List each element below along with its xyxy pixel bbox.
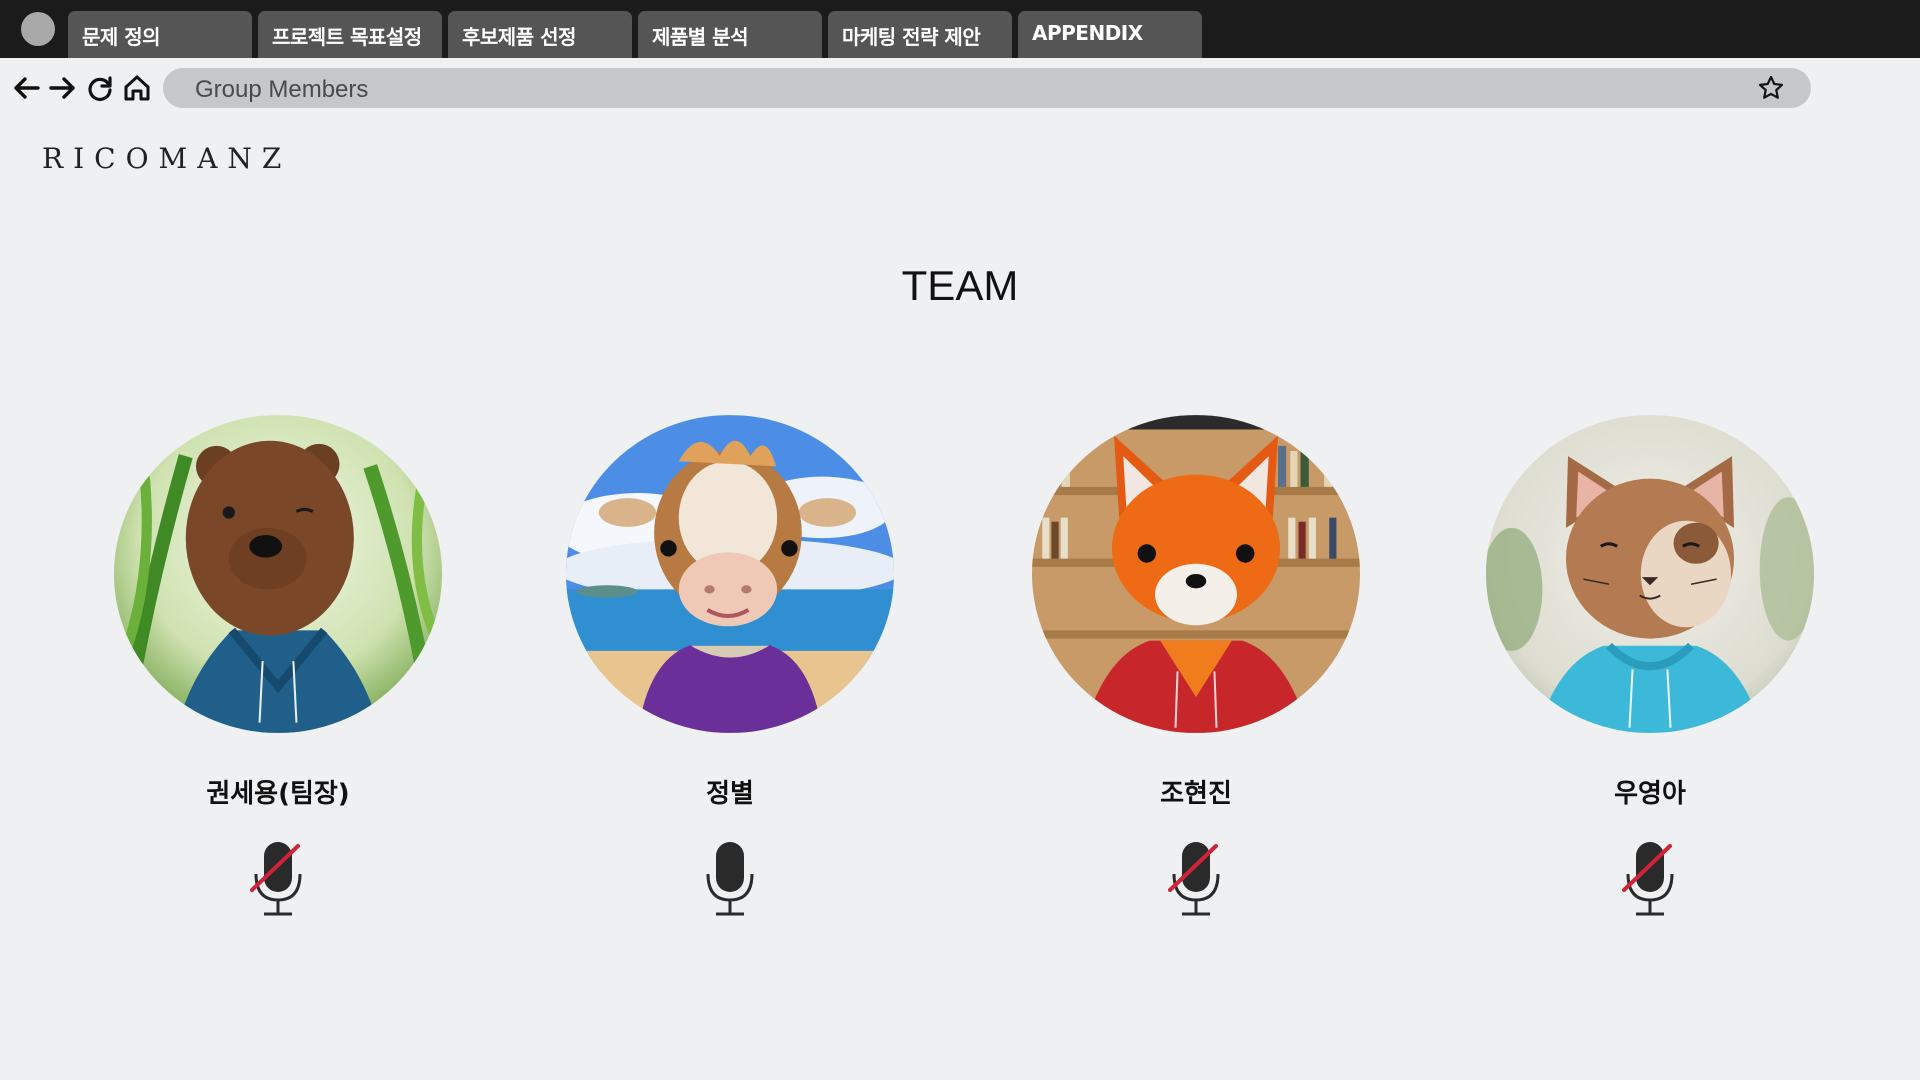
member-name: 정별: [706, 779, 754, 809]
tab-project-goals[interactable]: 프로젝트 목표설정: [258, 11, 442, 58]
brand-logo: RICOMANZ: [42, 142, 292, 175]
tab-product-analysis[interactable]: 제품별 분석: [638, 11, 822, 58]
refresh-icon[interactable]: [84, 72, 116, 104]
member-name: 조현진: [1160, 779, 1232, 809]
fox-avatar: [1032, 415, 1360, 733]
back-arrow-icon[interactable]: [10, 72, 42, 104]
tab-appendix[interactable]: APPENDIX: [1018, 11, 1202, 58]
mic-muted-icon[interactable]: [1166, 838, 1226, 920]
member-name: 권세용(팀장): [206, 779, 350, 809]
navigation-bar: Group Members: [0, 64, 1920, 110]
cow-avatar: [566, 415, 894, 733]
tab-marketing-strategy[interactable]: 마케팅 전략 제안: [828, 11, 1012, 58]
mic-muted-icon[interactable]: [248, 838, 308, 920]
page-title: TEAM: [901, 262, 1019, 309]
tab-problem-definition[interactable]: 문제 정의: [68, 11, 252, 58]
member-card: 정별: [560, 415, 900, 920]
window-control-dot[interactable]: [21, 12, 55, 46]
mic-muted-icon[interactable]: [1620, 838, 1680, 920]
tab-list: 문제 정의 프로젝트 목표설정 후보제품 선정 제품별 분석 마케팅 전략 제안…: [68, 11, 1202, 58]
tab-strip: 문제 정의 프로젝트 목표설정 후보제품 선정 제품별 분석 마케팅 전략 제안…: [0, 0, 1920, 58]
home-icon[interactable]: [121, 72, 153, 104]
member-card: 조현진: [1026, 415, 1366, 920]
bear-avatar: [114, 415, 442, 733]
forward-arrow-icon[interactable]: [47, 72, 79, 104]
cat-avatar: [1486, 415, 1814, 733]
member-card: 우영아: [1480, 415, 1820, 920]
star-icon[interactable]: [1757, 74, 1785, 102]
address-text: Group Members: [195, 76, 369, 103]
address-bar[interactable]: Group Members: [163, 68, 1811, 108]
mic-icon[interactable]: [700, 838, 760, 920]
member-name: 우영아: [1614, 779, 1686, 809]
tab-candidate-products[interactable]: 후보제품 선정: [448, 11, 632, 58]
member-card: 권세용(팀장): [108, 415, 448, 920]
